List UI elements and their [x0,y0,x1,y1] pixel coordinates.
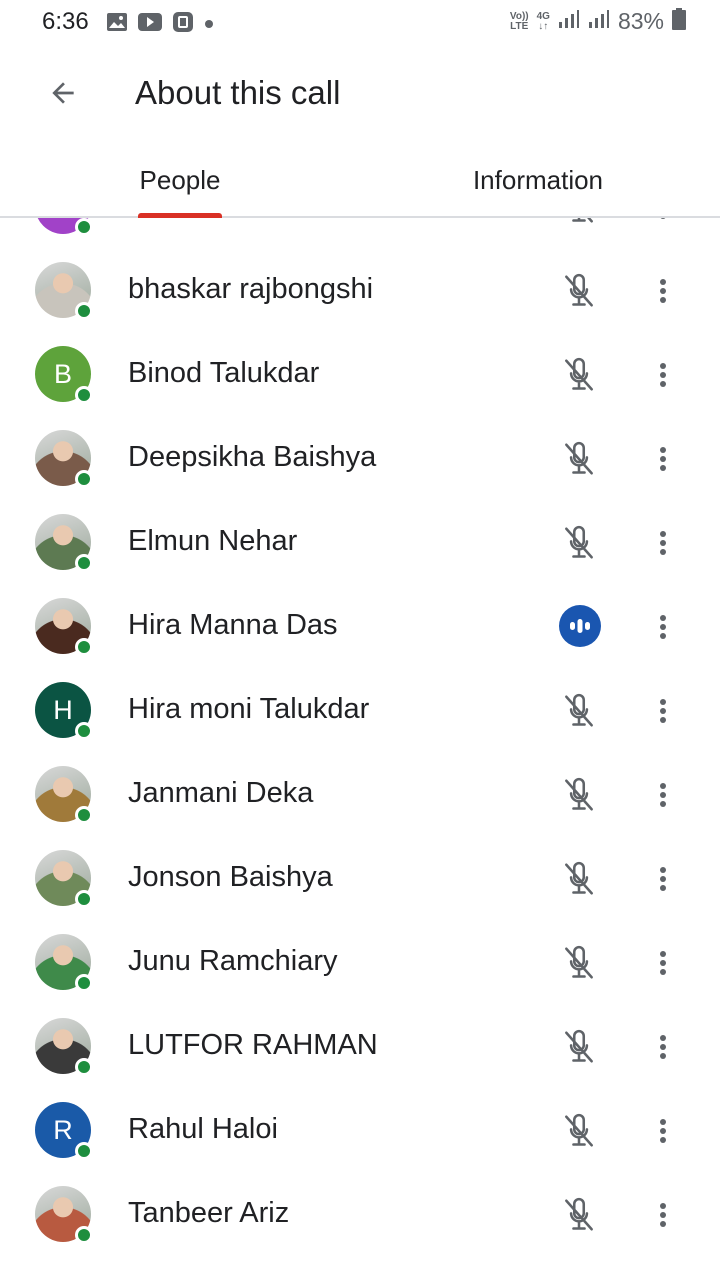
status-right-icons: Vo)) LTE 4G ↓↑ 83% [510,8,686,35]
tab-people[interactable]: People [100,144,260,216]
arrow-back-icon [47,77,79,114]
mic-off-icon [556,688,602,734]
presence-indicator [75,1058,93,1076]
presence-indicator [75,722,93,740]
participant-name: Hira moni Talukdar [128,693,370,725]
data-arrows-icon: ↓↑ [538,20,549,32]
more-options-button[interactable] [648,436,678,482]
gallery-icon [106,12,128,37]
mic-off-icon [556,436,602,482]
participant-row[interactable]: B Barnali Rabha [0,218,720,248]
signal-icon [558,9,580,34]
participant-row[interactable]: Elmun Nehar [0,500,720,584]
more-options-button[interactable] [648,520,678,566]
notification-icons [106,11,214,38]
presence-indicator [75,470,93,488]
participant-row[interactable]: Deepsikha Baishya [0,416,720,500]
presence-indicator [75,1142,93,1160]
participant-name: Hira Manna Das [128,609,338,641]
participant-row[interactable]: Junu Ramchiary [0,920,720,1004]
participant-row[interactable]: B Binod Talukdar [0,332,720,416]
presence-indicator [75,554,93,572]
app-bar: About this call [0,44,720,144]
presence-indicator [75,386,93,404]
presence-indicator [75,218,93,236]
participant-name: Barnali Rabha [128,218,312,222]
mic-off-icon [556,268,602,314]
participant-row[interactable]: Hira Manna Das [0,584,720,668]
mic-off-icon [556,218,602,230]
participant-row[interactable]: Tanbeer Ariz [0,1172,720,1256]
volte-indicator: Vo)) LTE [509,10,529,32]
participant-name: Junu Ramchiary [128,945,338,977]
mic-off-icon [556,352,602,398]
participant-name: Rahul Haloi [128,1113,278,1145]
participant-list-content: B Barnali Rabha bhaskar rajbongshi [0,218,720,1256]
mic-off-icon [556,1108,602,1154]
more-options-button[interactable] [648,1108,678,1154]
participant-row[interactable]: LUTFOR RAHMAN [0,1004,720,1088]
more-options-button[interactable] [648,688,678,734]
presence-indicator [75,806,93,824]
presence-indicator [75,974,93,992]
more-options-button[interactable] [648,218,678,230]
participant-row[interactable]: bhaskar rajbongshi [0,248,720,332]
participant-name: Tanbeer Ariz [128,1197,290,1229]
status-bar: 6:36 Vo)) LTE 4G ↓↑ 83% [0,0,720,44]
presence-indicator [75,1226,93,1244]
mic-off-icon [556,1192,602,1238]
tab-bar: People Information [0,144,720,218]
mic-off-icon [556,856,602,902]
more-options-button[interactable] [648,1024,678,1070]
more-options-button[interactable] [648,604,678,650]
battery-icon [672,8,686,35]
more-options-button[interactable] [648,268,678,314]
participant-name: LUTFOR RAHMAN [128,1029,378,1061]
more-options-button[interactable] [648,940,678,986]
participant-name: Elmun Nehar [128,525,298,557]
participant-name: Binod Talukdar [128,357,320,389]
participant-row[interactable]: Janmani Deka [0,752,720,836]
battery-percent: 83% [617,8,664,34]
back-button[interactable] [38,70,88,120]
youtube-icon [138,13,162,36]
signal-icon-2 [588,9,610,34]
participant-list[interactable]: B Barnali Rabha bhaskar rajbongshi [0,218,720,1280]
participant-row[interactable]: Jonson Baishya [0,836,720,920]
participant-name: Deepsikha Baishya [128,441,377,473]
mic-off-icon [556,1024,602,1070]
more-options-button[interactable] [648,772,678,818]
app-notification-icon [172,11,194,38]
speaking-indicator-icon [559,605,601,647]
participant-name: Jonson Baishya [128,861,333,893]
tab-information[interactable]: Information [448,144,628,216]
mic-off-icon [556,520,602,566]
mic-off-icon [556,940,602,986]
participant-name: bhaskar rajbongshi [128,273,374,305]
page-title: About this call [135,74,341,111]
presence-indicator [75,890,93,908]
mic-off-icon [556,772,602,818]
more-notifications-dot-icon [204,16,214,34]
more-options-button[interactable] [648,1192,678,1238]
participant-name: Janmani Deka [128,777,314,809]
more-options-button[interactable] [648,352,678,398]
presence-indicator [75,302,93,320]
data-indicator: 4G ↓↑ [536,10,550,32]
status-time: 6:36 [42,8,89,35]
more-options-button[interactable] [648,856,678,902]
participant-row[interactable]: H Hira moni Talukdar [0,668,720,752]
participant-row[interactable]: R Rahul Haloi [0,1088,720,1172]
presence-indicator [75,638,93,656]
